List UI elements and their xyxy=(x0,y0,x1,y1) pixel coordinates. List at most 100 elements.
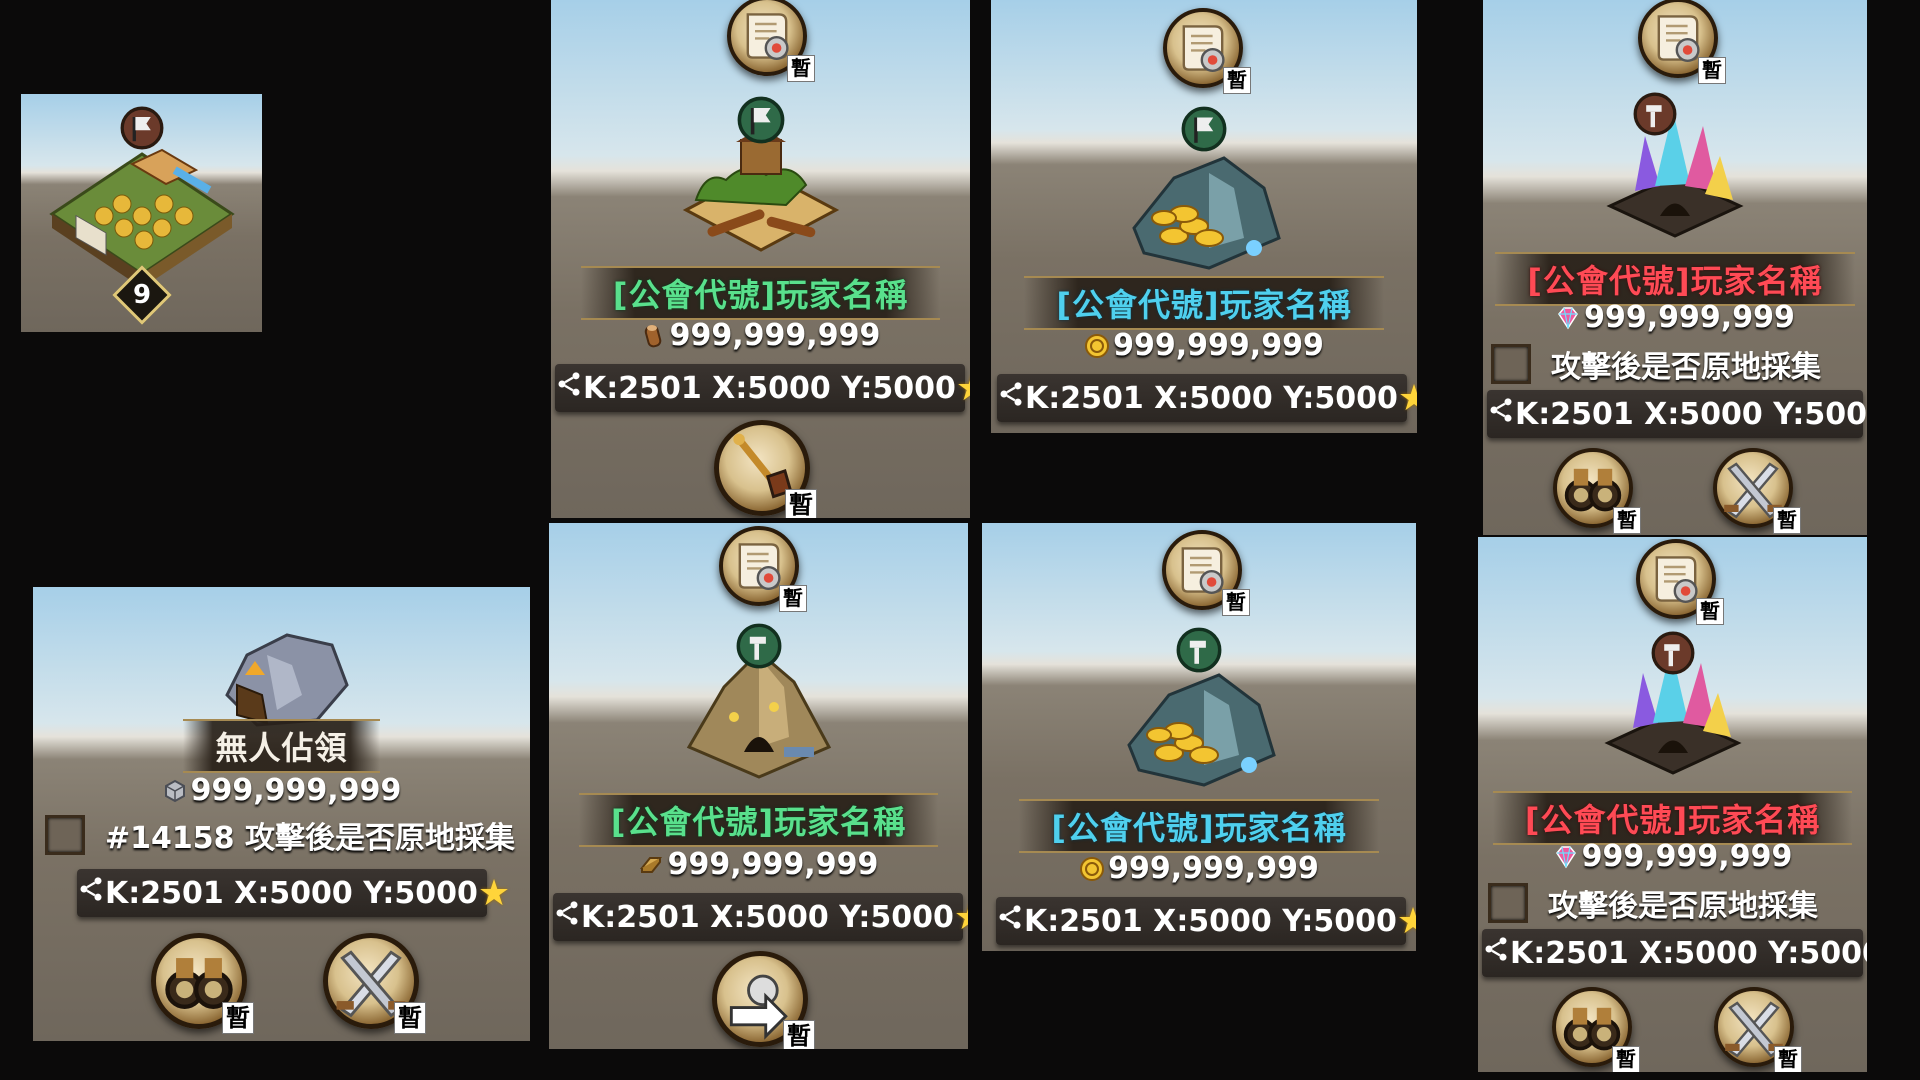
favorite-star-icon[interactable]: ★ xyxy=(1398,378,1417,419)
favorite-star-icon[interactable]: ★ xyxy=(954,897,968,938)
report-button[interactable]: 暫 xyxy=(1162,530,1250,616)
level-number: 9 xyxy=(132,280,151,310)
hammer-icon xyxy=(1633,92,1677,136)
stone-mine-building xyxy=(224,633,349,727)
panel-gem-2: 暫 [公會代號]玩家名稱 999,999,999 攻擊後是否原地採集 K:250… xyxy=(1478,537,1867,1072)
wood-icon xyxy=(641,323,667,349)
share-icon[interactable] xyxy=(555,370,583,406)
panel-gem-1: 暫 [公會代號]玩家名稱 999,999,999 攻擊後是否原地採集 K:250… xyxy=(1483,0,1867,535)
coordinate-bar[interactable]: K:2501 X:5000 Y:5000 ★ xyxy=(553,893,968,941)
panel-gold-1: 暫 [公會代號]玩家名稱 999,999,999 K:2501 X:5000 Y… xyxy=(991,0,1417,433)
player-name[interactable]: [公會代號]玩家名稱 xyxy=(1483,252,1867,306)
stone-icon xyxy=(162,778,188,804)
gather-after-attack-checkbox[interactable] xyxy=(45,815,85,855)
coordinates: K:2501 X:5000 Y:5000 xyxy=(1510,935,1867,971)
favorite-star-icon[interactable]: ★ xyxy=(1397,901,1416,942)
coordinates: K:2501 X:5000 Y:5000 xyxy=(1024,903,1397,939)
coordinate-bar[interactable]: K:2501 X:5000 Y:5000 ★ xyxy=(1487,390,1867,438)
recall-button[interactable]: 暫 xyxy=(712,951,815,1049)
panel-gold-2: 暫 [公會代號]玩家名稱 999,999,999 K:2501 X:5000 Y… xyxy=(982,523,1416,951)
report-button[interactable]: 暫 xyxy=(1163,8,1251,94)
resource-amount: 999,999,999 xyxy=(549,847,968,882)
player-name[interactable]: [公會代號]玩家名稱 xyxy=(991,276,1417,330)
flag-icon xyxy=(120,106,164,150)
report-button[interactable]: 暫 xyxy=(719,526,807,612)
temp-tag: 暫 xyxy=(1773,507,1801,534)
report-button[interactable]: 暫 xyxy=(1636,539,1724,625)
panel-ore: 暫 [公會代號]玩家名稱 999,999,999 K:2501 X:5000 Y… xyxy=(549,523,968,1049)
temp-tag: 暫 xyxy=(1774,1046,1802,1072)
scout-button[interactable]: 暫 xyxy=(151,933,254,1034)
scout-button[interactable]: 暫 xyxy=(1553,448,1641,534)
temp-tag: 暫 xyxy=(785,489,817,518)
hammer-icon xyxy=(736,623,782,669)
player-name[interactable]: [公會代號]玩家名稱 xyxy=(982,799,1416,853)
gather-after-attack-label: 攻擊後是否原地採集 xyxy=(1548,889,1818,924)
coordinate-bar[interactable]: K:2501 X:5000 Y:5000 ★ xyxy=(555,364,970,412)
gem-icon xyxy=(1553,844,1579,870)
coordinates: K:2501 X:5000 Y:5000 xyxy=(1515,396,1867,432)
temp-tag: 暫 xyxy=(1613,507,1641,534)
resource-amount: 999,999,999 xyxy=(982,851,1416,886)
coordinates: K:2501 X:5000 Y:5000 xyxy=(583,370,956,406)
hammer-icon xyxy=(1651,631,1695,675)
panel-unoccupied: 無人佔領 999,999,999 #14158 攻擊後是否原地採集 K:2501… xyxy=(33,587,530,1041)
resource-amount: 999,999,999 xyxy=(1478,839,1867,874)
temp-tag: 暫 xyxy=(1223,67,1251,94)
player-name[interactable]: [公會代號]玩家名稱 xyxy=(551,266,970,320)
player-name[interactable]: [公會代號]玩家名稱 xyxy=(549,793,968,847)
report-button[interactable]: 暫 xyxy=(1638,0,1726,84)
temp-tag: 暫 xyxy=(1698,57,1726,84)
gather-button[interactable]: 暫 xyxy=(714,420,817,518)
gather-after-attack-checkbox[interactable] xyxy=(1488,883,1528,923)
coordinate-bar[interactable]: K:2501 X:5000 Y:5000 ★ xyxy=(77,869,510,917)
attack-button[interactable]: 暫 xyxy=(323,933,426,1034)
attack-button[interactable]: 暫 xyxy=(1713,448,1801,534)
share-icon[interactable] xyxy=(996,903,1024,939)
temp-tag: 暫 xyxy=(783,1020,815,1049)
resource-amount: 999,999,999 xyxy=(551,318,970,353)
gather-after-attack-label: #14158 攻擊後是否原地採集 xyxy=(105,821,515,856)
gather-after-attack-label: 攻擊後是否原地採集 xyxy=(1551,350,1821,385)
resource-amount: 999,999,999 xyxy=(991,328,1417,363)
temp-tag: 暫 xyxy=(222,1002,254,1034)
gold-coin-icon xyxy=(1079,856,1105,882)
gather-after-attack-row[interactable]: #14158 攻擊後是否原地採集 xyxy=(45,813,515,857)
player-name[interactable]: [公會代號]玩家名稱 xyxy=(1478,791,1867,845)
temp-tag: 暫 xyxy=(394,1002,426,1034)
gather-after-attack-checkbox[interactable] xyxy=(1491,344,1531,384)
favorite-star-icon[interactable]: ★ xyxy=(478,873,510,914)
gold-coin-icon xyxy=(1084,333,1110,359)
flag-icon xyxy=(1181,106,1227,152)
temp-tag: 暫 xyxy=(779,585,807,612)
coordinate-bar[interactable]: K:2501 X:5000 Y:5000 ★ xyxy=(996,897,1416,945)
panel-lumber: 暫 [公會代號]玩家名稱 999,999,999 K:2501 X:5000 Y… xyxy=(551,0,970,518)
node-name: 無人佔領 xyxy=(33,719,530,773)
ore-icon xyxy=(639,852,665,878)
gather-after-attack-row[interactable]: 攻擊後是否原地採集 xyxy=(1491,342,1821,386)
temp-tag: 暫 xyxy=(1612,1046,1640,1072)
share-icon[interactable] xyxy=(1487,396,1515,432)
share-icon[interactable] xyxy=(553,899,581,935)
scout-button[interactable]: 暫 xyxy=(1552,987,1640,1072)
attack-button[interactable]: 暫 xyxy=(1714,987,1802,1072)
report-button[interactable]: 暫 xyxy=(727,0,815,82)
share-icon[interactable] xyxy=(1482,935,1510,971)
share-icon[interactable] xyxy=(77,875,105,911)
hammer-icon xyxy=(1176,627,1222,673)
temp-tag: 暫 xyxy=(1696,598,1724,625)
coordinate-bar[interactable]: K:2501 X:5000 Y:5000 ★ xyxy=(997,374,1417,422)
resource-amount: 999,999,999 xyxy=(33,773,530,808)
coordinates: K:2501 X:5000 Y:5000 xyxy=(581,899,954,935)
gather-after-attack-row[interactable]: 攻擊後是否原地採集 xyxy=(1488,881,1818,925)
coordinate-bar[interactable]: K:2501 X:5000 Y:5000 ★ xyxy=(1482,929,1867,977)
favorite-star-icon[interactable]: ★ xyxy=(956,368,970,409)
coordinates: K:2501 X:5000 Y:5000 xyxy=(1025,380,1398,416)
coordinates: K:2501 X:5000 Y:5000 xyxy=(105,875,478,911)
farm-tile[interactable]: 9 xyxy=(21,94,262,332)
flag-icon xyxy=(737,96,785,144)
temp-tag: 暫 xyxy=(787,55,815,82)
gem-icon xyxy=(1555,305,1581,331)
share-icon[interactable] xyxy=(997,380,1025,416)
resource-amount: 999,999,999 xyxy=(1483,300,1867,335)
